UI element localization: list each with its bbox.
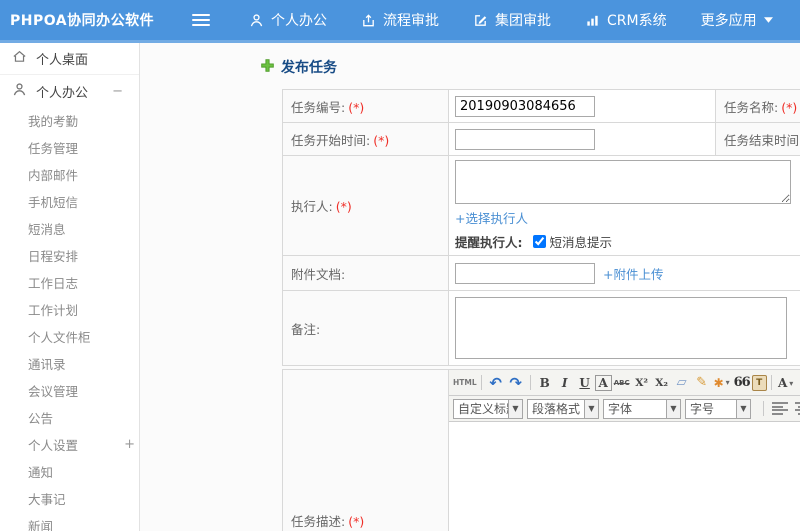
attachment-input[interactable]: [455, 262, 595, 284]
task-number-label: 任务编号: (*): [282, 89, 449, 123]
sidebar-item-内部邮件[interactable]: 内部邮件: [0, 161, 139, 188]
collapse-icon[interactable]: −: [112, 84, 127, 99]
align-center-icon[interactable]: [795, 402, 800, 415]
page-title: 发布任务: [260, 57, 800, 77]
italic-icon[interactable]: I: [555, 373, 575, 393]
sidebar: 个人桌面 个人办公 − 我的考勤 任务管理 内部邮件 手机短信 短消息 日程安排 工作日志 工作计划…: [0, 43, 140, 531]
caret-down-icon: ▾: [789, 377, 794, 388]
toolbar-separator: [529, 375, 531, 390]
remind-executor-label: 提醒执行人:: [455, 235, 523, 250]
end-time-label: 任务结束时间:(*): [715, 122, 800, 156]
user-icon: [249, 13, 264, 28]
main-content: 发布任务 任务编号:(*) 任务名称:(*) 任务开始时间:(*) 任务结束时间…: [140, 43, 800, 531]
nav-item-personal-office[interactable]: 个人办公: [232, 0, 344, 40]
plus-icon: [260, 58, 275, 77]
edit-icon: [473, 13, 488, 28]
undo-icon[interactable]: ↶: [486, 373, 506, 393]
attachment-label: 附件文档:: [282, 255, 449, 291]
align-left-icon[interactable]: [772, 402, 788, 415]
user-icon: [12, 82, 27, 101]
caret-down-icon: ▼: [508, 399, 522, 418]
caret-down-icon: ▼: [666, 399, 680, 418]
sidebar-item-公告[interactable]: 公告: [0, 404, 139, 431]
sidebar-item-个人文件柜[interactable]: 个人文件柜: [0, 323, 139, 350]
home-icon: [12, 49, 27, 68]
eraser-icon[interactable]: ▱: [672, 373, 692, 393]
sidebar-item-大事记[interactable]: 大事记: [0, 485, 139, 512]
font-color-icon[interactable]: A ▾: [776, 373, 796, 393]
editor-content-area[interactable]: [449, 422, 800, 531]
toolbar-separator: [763, 401, 764, 416]
executor-label: 执行人: (*): [282, 155, 449, 256]
font-family-select[interactable]: 字体 ▼: [603, 398, 681, 419]
sms-remind-checkbox[interactable]: [532, 235, 546, 248]
publish-task-form: 任务编号:(*) 任务名称:(*) 任务开始时间:(*) 任务结束时间:(*) …: [282, 89, 800, 531]
app-brand: PHPOA协同办公软件: [10, 13, 155, 29]
subscript-icon[interactable]: X₂: [652, 373, 672, 393]
editor-toolbar-row2: 自定义标题▼段落格式▼字体▼字号▼: [449, 396, 800, 422]
caret-down-icon: ▼: [584, 399, 598, 418]
sidebar-item-通讯录[interactable]: 通讯录: [0, 350, 139, 377]
superscript-icon[interactable]: X²: [632, 373, 652, 393]
sidebar-item-工作日志[interactable]: 工作日志: [0, 269, 139, 296]
nav-item-workflow-approval[interactable]: 流程审批: [344, 0, 456, 40]
font-size-select[interactable]: 字号 ▼: [685, 398, 751, 419]
nav-item-crm-system[interactable]: CRM系统: [568, 0, 684, 40]
auto-typeset-icon[interactable]: ✱ ▾: [712, 373, 732, 393]
sidebar-item-工作计划[interactable]: 工作计划: [0, 296, 139, 323]
choose-executor-link[interactable]: +选择执行人: [455, 211, 528, 226]
nav-item-more-apps[interactable]: 更多应用: [684, 0, 790, 40]
sidebar-item-会议管理[interactable]: 会议管理: [0, 377, 139, 404]
caret-down-icon: [763, 17, 773, 23]
bar-chart-icon: [585, 13, 600, 28]
blockquote-icon[interactable]: 66: [732, 373, 752, 393]
hamburger-menu-icon[interactable]: [192, 14, 210, 26]
task-name-label: 任务名称: (*): [715, 89, 800, 123]
sidebar-item-任务管理[interactable]: 任务管理: [0, 134, 139, 161]
char-border-icon[interactable]: A: [595, 375, 612, 391]
toolbar-separator: [770, 375, 772, 390]
paste-plain-text-icon[interactable]: T: [751, 374, 767, 391]
bold-icon[interactable]: B: [535, 373, 555, 393]
start-time-label: 任务开始时间: (*): [282, 122, 449, 156]
sms-remind-text: 短消息提示: [549, 235, 613, 250]
underline-icon[interactable]: U: [575, 373, 595, 393]
sidebar-item-日程安排[interactable]: 日程安排: [0, 242, 139, 269]
caret-down-icon: ▾: [725, 378, 730, 387]
sidebar-item-我的考勤[interactable]: 我的考勤: [0, 107, 139, 134]
source-code-button[interactable]: HTML: [453, 373, 477, 393]
sidebar-item-手机短信[interactable]: 手机短信: [0, 188, 139, 215]
top-nav-menu: 个人办公 流程审批 集团审批 CRM系统 更多应用: [232, 0, 790, 40]
toolbar-separator: [480, 375, 482, 390]
strikethrough-icon[interactable]: ABC: [612, 373, 632, 393]
remark-label: 备注:: [282, 290, 449, 366]
format-painter-icon[interactable]: ✎: [692, 373, 712, 393]
sidebar-item-个人设置[interactable]: 个人设置 +: [0, 431, 139, 458]
process-icon: [361, 13, 376, 28]
redo-icon[interactable]: ↷: [506, 373, 526, 393]
task-description-label: 任务描述: (*): [282, 369, 449, 531]
remark-textarea[interactable]: [455, 297, 787, 359]
paragraph-format-select[interactable]: 段落格式 ▼: [527, 398, 599, 419]
expand-icon[interactable]: +: [124, 437, 139, 452]
nav-item-group-approval[interactable]: 集团审批: [456, 0, 568, 40]
custom-title-select[interactable]: 自定义标题▼: [453, 398, 523, 419]
editor-toolbar-row1: HTML ↶ ↷ B I U A ABC X² X₂ ▱ ✎ ✱ ▾ 66 T A ▾: [449, 370, 800, 396]
sidebar-item-通知[interactable]: 通知: [0, 458, 139, 485]
attachment-upload-link[interactable]: +附件上传: [603, 264, 663, 283]
caret-down-icon: ▼: [736, 399, 750, 418]
executor-textarea[interactable]: [455, 160, 791, 204]
sidebar-item-短消息[interactable]: 短消息: [0, 215, 139, 242]
sidebar-item-个人办公[interactable]: 个人办公 −: [0, 75, 139, 107]
sidebar-item-新闻[interactable]: 新闻: [0, 512, 139, 531]
rich-text-editor: HTML ↶↷ BIUAABCX²X₂▱✎✱▾66T A▾ 自定义标题▼段落格式▼字体…: [449, 370, 800, 531]
start-time-input[interactable]: [455, 128, 595, 150]
sidebar-item-个人桌面[interactable]: 个人桌面: [0, 43, 139, 75]
task-number-input[interactable]: [455, 95, 595, 117]
top-navbar: PHPOA协同办公软件 个人办公 流程审批 集团审批 CRM系统 更多应用: [0, 0, 800, 40]
